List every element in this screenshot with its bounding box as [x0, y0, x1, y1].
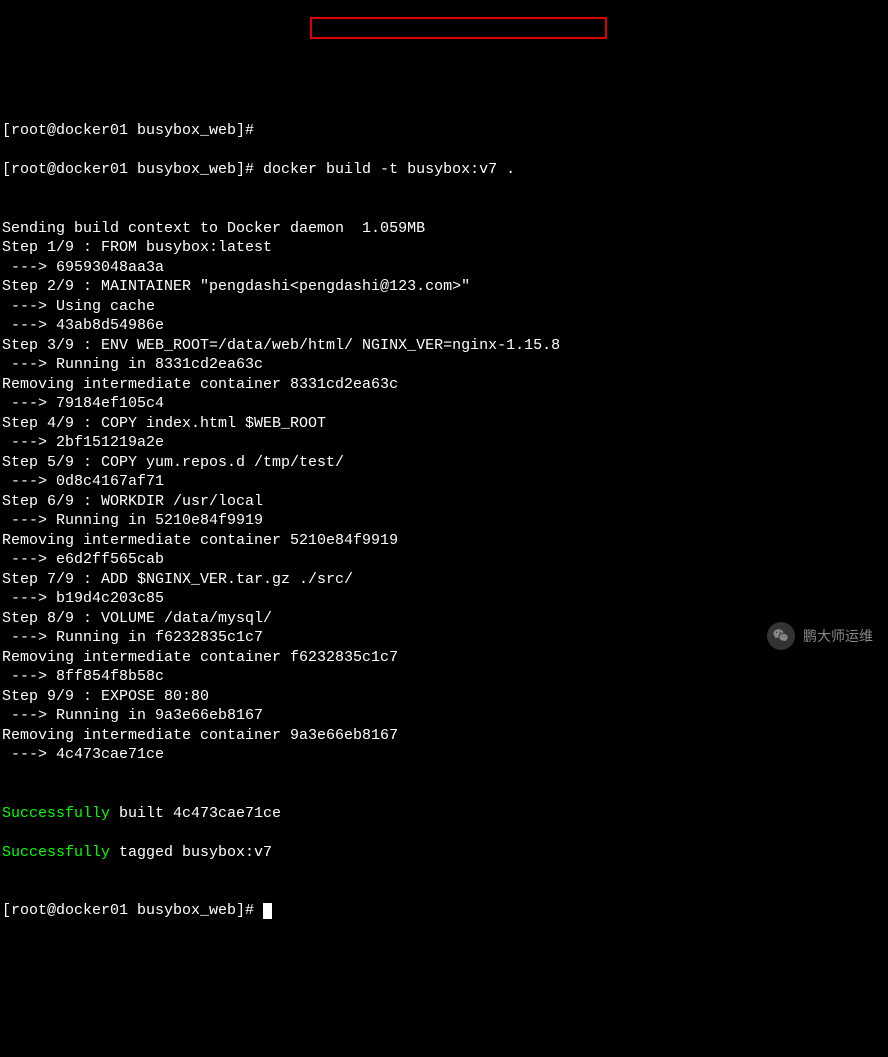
output-line: Step 1/9 : FROM busybox:latest — [2, 238, 886, 258]
output-line: Sending build context to Docker daemon 1… — [2, 219, 886, 239]
prompt-line-command[interactable]: [root@docker01 busybox_web]# docker buil… — [2, 160, 886, 180]
output-line: ---> 43ab8d54986e — [2, 316, 886, 336]
prompt-line-empty: [root@docker01 busybox_web]# — [2, 121, 886, 141]
output-line: Step 4/9 : COPY index.html $WEB_ROOT — [2, 414, 886, 434]
output-line: ---> Running in 9a3e66eb8167 — [2, 706, 886, 726]
watermark-text: 鹏大师运维 — [803, 627, 873, 645]
output-line: Step 6/9 : WORKDIR /usr/local — [2, 492, 886, 512]
output-line: Step 3/9 : ENV WEB_ROOT=/data/web/html/ … — [2, 336, 886, 356]
success-built-line: Successfully built 4c473cae71ce — [2, 804, 886, 824]
output-line: Removing intermediate container 8331cd2e… — [2, 375, 886, 395]
output-line: ---> 8ff854f8b58c — [2, 667, 886, 687]
output-line: Step 2/9 : MAINTAINER "pengdashi<pengdas… — [2, 277, 886, 297]
output-line: Removing intermediate container f6232835… — [2, 648, 886, 668]
output-line: ---> Running in 8331cd2ea63c — [2, 355, 886, 375]
output-line: ---> 2bf151219a2e — [2, 433, 886, 453]
output-line: ---> Running in f6232835c1c7 — [2, 628, 886, 648]
output-line: ---> 4c473cae71ce — [2, 745, 886, 765]
output-line: Removing intermediate container 5210e84f… — [2, 531, 886, 551]
output-line: Removing intermediate container 9a3e66eb… — [2, 726, 886, 746]
command-highlight-box — [310, 17, 607, 39]
output-line: Step 9/9 : EXPOSE 80:80 — [2, 687, 886, 707]
output-line: ---> e6d2ff565cab — [2, 550, 886, 570]
wechat-icon — [767, 622, 795, 650]
success-tagged-line: Successfully tagged busybox:v7 — [2, 843, 886, 863]
output-line: Step 7/9 : ADD $NGINX_VER.tar.gz ./src/ — [2, 570, 886, 590]
output-line: ---> 79184ef105c4 — [2, 394, 886, 414]
output-line: ---> b19d4c203c85 — [2, 589, 886, 609]
output-line: Step 8/9 : VOLUME /data/mysql/ — [2, 609, 886, 629]
success-word: Successfully — [2, 844, 110, 861]
output-line: Step 5/9 : COPY yum.repos.d /tmp/test/ — [2, 453, 886, 473]
output-line: ---> 69593048aa3a — [2, 258, 886, 278]
success-word: Successfully — [2, 805, 110, 822]
terminal-output: Sending build context to Docker daemon 1… — [2, 219, 886, 765]
output-line: ---> 0d8c4167af71 — [2, 472, 886, 492]
watermark: 鹏大师运维 — [767, 622, 873, 650]
output-line: ---> Running in 5210e84f9919 — [2, 511, 886, 531]
cursor — [263, 903, 272, 919]
output-line: ---> Using cache — [2, 297, 886, 317]
prompt-line-cursor[interactable]: [root@docker01 busybox_web]# — [2, 901, 886, 921]
